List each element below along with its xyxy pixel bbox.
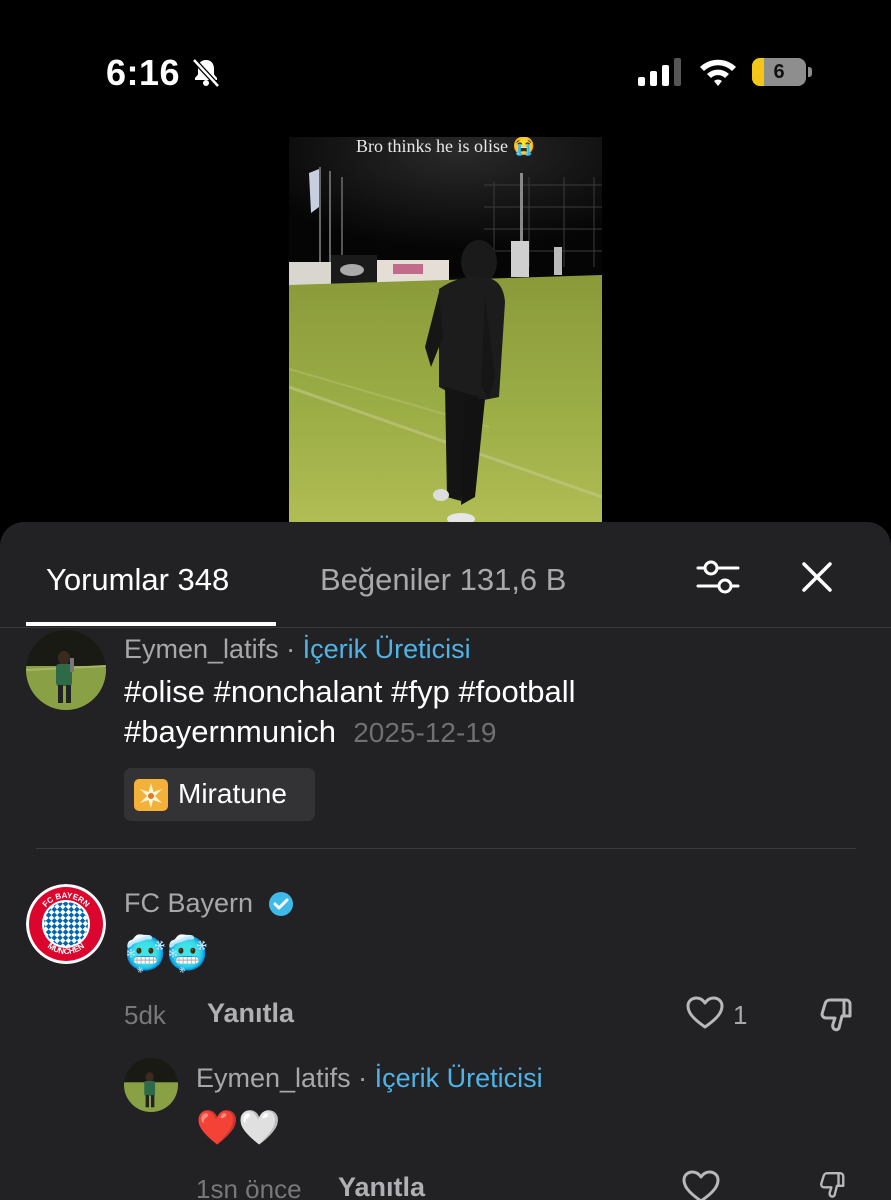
signal-icon	[638, 58, 681, 86]
like-count: 1	[733, 1000, 748, 1030]
wifi-icon	[700, 59, 736, 86]
comment-username[interactable]: FC Bayern	[124, 888, 253, 919]
video-player[interactable]: Bro thinks he is olise 😭	[289, 137, 602, 527]
comment-username[interactable]: Eymen_latifs · İçerik Üreticisi	[124, 634, 471, 665]
bell-slash-icon	[192, 58, 220, 88]
sliders-icon[interactable]	[694, 556, 742, 598]
section-divider	[36, 848, 856, 849]
reply-text: ❤️🤍	[196, 1109, 281, 1147]
username-text[interactable]: Eymen_latifs	[124, 634, 279, 664]
music-label: Miratune	[178, 778, 287, 809]
music-sparkle-icon	[134, 779, 168, 811]
video-caption: Bro thinks he is olise 😭	[356, 137, 535, 156]
creator-avatar[interactable]	[124, 1058, 178, 1112]
battery-icon: 6	[752, 58, 812, 86]
status-bar: 6:16 6	[0, 0, 891, 140]
status-time: 6:16	[106, 52, 181, 93]
fc-bayern-avatar[interactable]: FC BAYERN MÜNCHEN	[26, 884, 106, 964]
heart-icon[interactable]	[682, 1170, 720, 1200]
caption-date: 2025-12-19	[353, 717, 497, 748]
comment-text: 🥶🥶	[124, 935, 209, 973]
battery-level: 6	[773, 61, 785, 83]
comment-time: 5dk	[124, 1000, 166, 1030]
close-icon[interactable]	[796, 556, 838, 598]
caption-text: #olise #nonchalant #fyp #football #bayer…	[124, 672, 844, 753]
tab-likes[interactable]: Beğeniler 131,6 B	[320, 562, 566, 598]
creator-badge: İçerik Üreticisi	[374, 1063, 543, 1093]
username-text[interactable]: FC Bayern	[124, 888, 253, 918]
dislike-icon[interactable]	[818, 996, 856, 1034]
separator-dot: ·	[358, 1063, 368, 1093]
active-tab-indicator	[26, 622, 276, 626]
verified-badge-icon	[269, 892, 293, 916]
reply-button[interactable]: Yanıtla	[338, 1172, 425, 1200]
reply-username[interactable]: Eymen_latifs · İçerik Üreticisi	[196, 1063, 543, 1094]
music-chip[interactable]: Miratune	[124, 768, 315, 821]
caption-hashtags-line2-text[interactable]: #bayernmunich	[124, 714, 336, 749]
separator-dot: ·	[286, 634, 296, 664]
tab-comments[interactable]: Yorumlar 348	[46, 562, 229, 598]
reply-button[interactable]: Yanıtla	[207, 998, 294, 1029]
dislike-icon[interactable]	[814, 1170, 852, 1200]
video-frame	[289, 137, 602, 527]
tab-divider	[0, 627, 891, 628]
creator-avatar[interactable]	[26, 630, 106, 710]
reply-time: 1sn önce	[196, 1174, 302, 1200]
caption-hashtags-line2: #bayernmunich 2025-12-19	[124, 712, 844, 753]
fc-bayern-logo: FC BAYERN MÜNCHEN	[26, 884, 106, 964]
username-text[interactable]: Eymen_latifs	[196, 1063, 351, 1093]
creator-badge: İçerik Üreticisi	[302, 634, 471, 664]
caption-hashtags-line1[interactable]: #olise #nonchalant #fyp #football	[124, 672, 844, 712]
comments-sheet: Yorumlar 348 Beğeniler 131,6 B Eymen_lat…	[0, 522, 891, 1200]
heart-icon[interactable]	[686, 996, 724, 1030]
